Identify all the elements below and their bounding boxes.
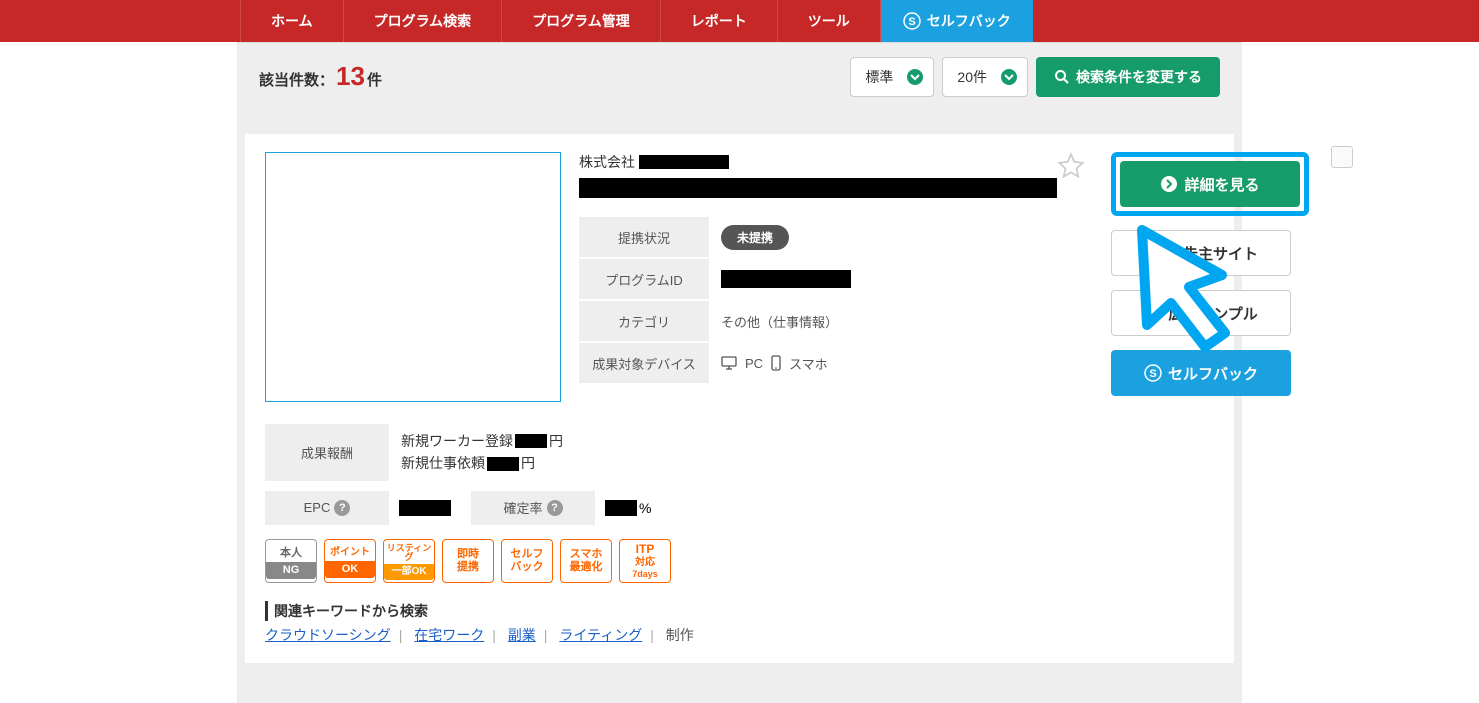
rate-value bbox=[605, 500, 637, 516]
tag-smartphone: スマホ最適化 bbox=[560, 539, 612, 583]
detail-button[interactable]: 詳細を見る bbox=[1120, 161, 1300, 207]
chevron-down-icon bbox=[907, 69, 923, 85]
keyword-plain: 制作 bbox=[666, 627, 694, 643]
program-card: 株式会社 提携状況 未提携 プログラ bbox=[245, 134, 1234, 663]
company-name: 株式会社 bbox=[579, 152, 1057, 172]
program-thumbnail bbox=[265, 152, 561, 402]
nav-program-manage[interactable]: プログラム管理 bbox=[502, 0, 661, 42]
nav-home[interactable]: ホーム bbox=[240, 0, 344, 42]
tag-selfback: セルフバック bbox=[501, 539, 553, 583]
keyword-link[interactable]: 在宅ワーク bbox=[414, 627, 484, 643]
keywords-title: 関連キーワードから検索 bbox=[265, 601, 1311, 621]
reward-value: 新規ワーカー登録円 新規仕事依頼円 bbox=[389, 424, 575, 481]
nav-report[interactable]: レポート bbox=[661, 0, 778, 42]
change-search-button[interactable]: 検索条件を変更する bbox=[1036, 57, 1220, 97]
count-number: 13 bbox=[336, 61, 365, 91]
status-label: 提携状況 bbox=[579, 217, 709, 257]
tag-point-ok: ポイントOK bbox=[324, 539, 376, 583]
chevron-right-circle-icon bbox=[1144, 244, 1162, 262]
epc-metric: EPC? bbox=[265, 491, 461, 525]
reward-row: 成果報酬 新規ワーカー登録円 新規仕事依頼円 bbox=[265, 424, 1311, 481]
chevron-down-icon bbox=[1001, 69, 1017, 85]
ad-sample-button[interactable]: 広告サンプル bbox=[1111, 290, 1291, 336]
program-title bbox=[579, 178, 1057, 203]
selfback-button[interactable]: S セルフバック bbox=[1111, 350, 1291, 396]
category-value: その他（仕事情報） bbox=[709, 312, 838, 331]
select-checkbox[interactable] bbox=[1331, 146, 1353, 168]
tag-itp: ITP対応7days bbox=[619, 539, 671, 583]
epc-value bbox=[399, 500, 451, 516]
favorite-star-icon[interactable] bbox=[1057, 152, 1085, 180]
detail-button-highlight: 詳細を見る bbox=[1111, 152, 1309, 216]
main-content: 株式会社 提携状況 未提携 プログラ bbox=[237, 110, 1242, 703]
nav-program-search[interactable]: プログラム検索 bbox=[344, 0, 503, 42]
keyword-link[interactable]: 副業 bbox=[508, 627, 536, 643]
confirm-rate-metric: 確定率? % bbox=[471, 491, 661, 525]
help-icon[interactable]: ? bbox=[547, 500, 563, 516]
program-id-value bbox=[721, 270, 851, 288]
sub-bar: 該当件数：13件 標準 20件 検索条件を変更する bbox=[237, 42, 1242, 110]
result-count: 該当件数：13件 bbox=[259, 61, 382, 92]
program-id-label: プログラムID bbox=[579, 259, 709, 299]
tag-instant: 即時提携 bbox=[442, 539, 494, 583]
nav-selfback[interactable]: S セルフバック bbox=[881, 0, 1033, 42]
chevron-right-circle-icon bbox=[1160, 175, 1178, 193]
svg-text:S: S bbox=[1149, 368, 1156, 380]
nav-tool[interactable]: ツール bbox=[778, 0, 881, 42]
tag-listing-partial: リスティング一部OK bbox=[383, 539, 435, 583]
keyword-link[interactable]: クラウドソーシング bbox=[265, 627, 391, 643]
sort-select[interactable]: 標準 bbox=[850, 57, 934, 97]
related-keywords: 関連キーワードから検索 クラウドソーシング| 在宅ワーク| 副業| ライティング… bbox=[265, 601, 1311, 645]
per-page-select[interactable]: 20件 bbox=[942, 57, 1028, 97]
advertiser-site-button[interactable]: 広告主サイト bbox=[1111, 230, 1291, 276]
reward-label: 成果報酬 bbox=[265, 424, 389, 481]
monitor-icon bbox=[721, 356, 737, 370]
top-nav: ホーム プログラム検索 プログラム管理 レポート ツール S セルフバック bbox=[0, 0, 1479, 42]
help-icon[interactable]: ? bbox=[334, 500, 350, 516]
tag-row: 本人NG ポイントOK リスティング一部OK 即時提携 セルフバック スマホ最適… bbox=[265, 539, 1311, 583]
status-badge: 未提携 bbox=[721, 225, 789, 250]
device-label: 成果対象デバイス bbox=[579, 343, 709, 383]
keyword-link[interactable]: ライティング bbox=[559, 627, 642, 643]
device-value: PC スマホ bbox=[709, 354, 828, 373]
chevron-right-circle-icon bbox=[1144, 304, 1162, 322]
svg-text:S: S bbox=[908, 16, 915, 28]
phone-icon bbox=[771, 355, 781, 371]
category-label: カテゴリ bbox=[579, 301, 709, 341]
selfback-icon: S bbox=[903, 12, 921, 30]
selfback-icon: S bbox=[1144, 364, 1162, 382]
tag-self-ng: 本人NG bbox=[265, 539, 317, 583]
search-icon bbox=[1054, 69, 1070, 85]
